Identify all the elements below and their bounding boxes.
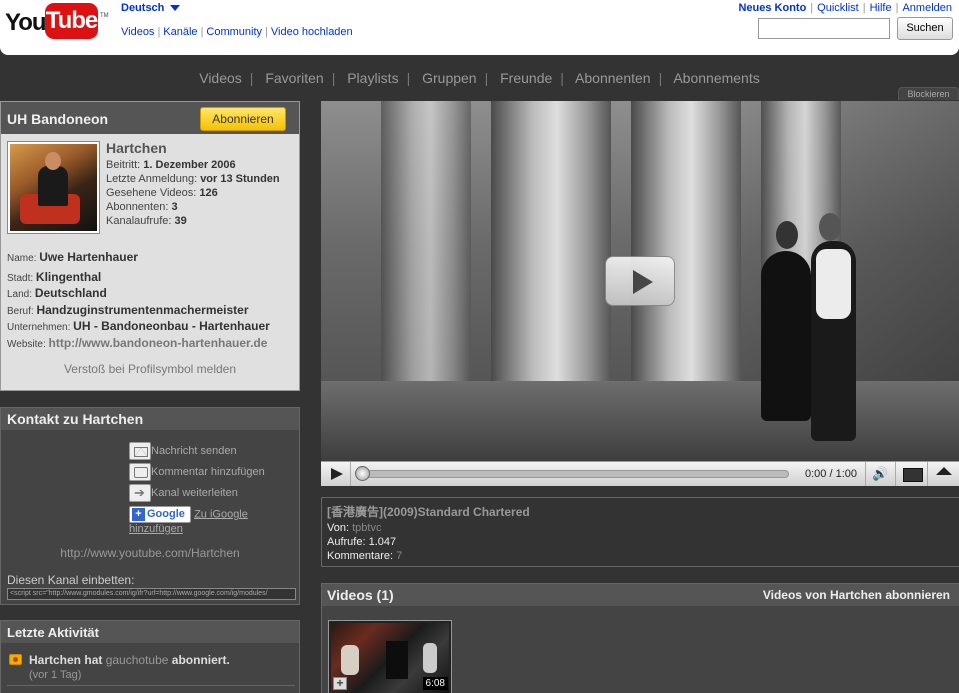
comment-icon [129, 463, 151, 482]
nav-videos[interactable]: Videos [121, 26, 154, 38]
embed-code-field[interactable]: <script src="http://www.gmodules.com/ig/… [7, 588, 296, 600]
search-input[interactable] [758, 18, 890, 39]
comments-link[interactable]: 7 [396, 550, 402, 562]
username: Hartchen [106, 140, 167, 156]
nav-channels[interactable]: Kanäle [163, 26, 197, 38]
channel-navigation: Videos | Favoriten | Playlists | Gruppen | F… [199, 70, 760, 86]
activity-target-link[interactable]: gauchotube [106, 653, 169, 667]
subscribe-activity-icon [9, 654, 22, 665]
logo-tube-text: Tube [45, 3, 98, 39]
video-duration: 6:08 [422, 677, 448, 690]
stat-videos-watched: Gesehene Videos: 126 [106, 187, 218, 199]
add-to-igoogle[interactable]: + Google Zu iGoogle hinzufügen [129, 506, 248, 535]
logo-you-text: You [5, 9, 47, 36]
website-link[interactable]: http://www.bandoneon-hartenhauer.de [49, 336, 268, 350]
language-selector[interactable]: Deutsch [121, 2, 181, 14]
divider [7, 685, 295, 686]
channel-tab-subscribers[interactable]: Abonnenten [575, 70, 651, 86]
info-name: Name: Uwe Hartenhauer [7, 250, 138, 264]
embed-label: Diesen Kanal einbetten: [7, 573, 135, 587]
activity-item: Hartchen hat gauchotube abonniert. [29, 653, 230, 667]
site-header: You Tube TM Deutsch Videos | Kanäle | Commun… [0, 0, 959, 55]
language-label: Deutsch [121, 2, 165, 14]
play-icon[interactable] [605, 256, 675, 306]
channel-tab-videos[interactable]: Videos [199, 70, 242, 86]
send-message-action[interactable]: Nachricht senden [129, 442, 237, 461]
volume-icon[interactable]: 🔊 [865, 462, 895, 486]
video-player[interactable] [321, 101, 959, 461]
chevron-down-icon [170, 5, 181, 12]
video-info-panel: [香港廣告](2009)Standard Chartered Von: tpbt… [321, 497, 959, 567]
quicklist-link[interactable]: Quicklist [813, 2, 863, 14]
search-button[interactable]: Suchen [897, 17, 953, 40]
stat-last-login: Letzte Anmeldung: vor 13 Stunden [106, 173, 280, 185]
video-title[interactable]: [香港廣告](2009)Standard Chartered [327, 503, 954, 520]
contact-box: Kontakt zu Hartchen Nachricht senden Kom… [0, 407, 300, 605]
time-display: 0:00 / 1:00 [805, 468, 857, 480]
video-uploader: Von: tpbtvc [327, 522, 382, 534]
subscribe-videos-link[interactable]: Videos von Hartchen abonnieren [763, 588, 950, 602]
expand-icon[interactable] [927, 462, 959, 486]
channel-tab-playlists[interactable]: Playlists [347, 70, 398, 86]
activity-time: (vor 1 Tag) [29, 669, 82, 681]
video-comments: Kommentare: 7 [327, 550, 403, 562]
play-button[interactable] [321, 462, 351, 486]
nav-upload[interactable]: Video hochladen [271, 26, 353, 38]
videos-panel: Videos (1) Videos von Hartchen abonniere… [321, 583, 959, 693]
report-profile-link[interactable]: Verstoß bei Profilsymbol melden [1, 362, 299, 376]
new-account-link[interactable]: Neues Konto [734, 2, 810, 14]
logo-trademark: TM [100, 13, 109, 19]
subscribe-button[interactable]: Abonnieren [200, 107, 286, 131]
channel-title: UH Bandoneon [7, 111, 109, 127]
stat-subscribers: Abonnenten: 3 [106, 201, 178, 213]
channel-tab-friends[interactable]: Freunde [500, 70, 552, 86]
video-thumbnail[interactable]: + 6:08 [328, 620, 452, 693]
stat-joined: Beitritt: 1. Dezember 2006 [106, 159, 236, 171]
videos-header: Videos (1) Videos von Hartchen abonniere… [322, 584, 959, 606]
profile-header: UH Bandoneon Abonnieren [1, 102, 299, 134]
video-views: Aufrufe: 1.047 [327, 536, 397, 548]
profile-box: UH Bandoneon Abonnieren Hartchen Beitrit… [0, 101, 300, 391]
account-links: Neues Konto | Quicklist | Hilfe | Anmelden [734, 2, 956, 14]
info-company: Unternehmen: UH - Bandoneonbau - Hartenh… [7, 319, 270, 333]
plus-icon: + [132, 508, 145, 521]
help-link[interactable]: Hilfe [866, 2, 896, 14]
contact-header: Kontakt zu Hartchen [1, 408, 299, 430]
activity-box: Letzte Aktivität Hartchen hat gauchotube… [0, 620, 300, 693]
add-comment-action[interactable]: Kommentar hinzufügen [129, 463, 265, 482]
info-job: Beruf: Handzuginstrumentenmachermeister [7, 303, 249, 317]
channel-tab-groups[interactable]: Gruppen [422, 70, 476, 86]
nav-community[interactable]: Community [206, 26, 262, 38]
block-link[interactable]: Blockieren [898, 87, 959, 100]
videos-title: Videos (1) [327, 587, 394, 603]
progress-bar[interactable] [359, 470, 789, 478]
forward-icon [129, 484, 151, 503]
stat-channel-views: Kanalaufrufe: 39 [106, 215, 187, 227]
igoogle-button[interactable]: + Google [129, 506, 191, 523]
top-navigation: Videos | Kanäle | Community | Video hochladen [121, 26, 353, 38]
channel-tab-favorites[interactable]: Favoriten [265, 70, 323, 86]
add-to-quicklist-icon[interactable]: + [333, 677, 347, 690]
progress-handle[interactable] [355, 466, 370, 481]
activity-header: Letzte Aktivität [1, 621, 299, 643]
info-city: Stadt: Klingenthal [7, 270, 102, 284]
youtube-logo[interactable]: You Tube TM [5, 3, 109, 39]
avatar-image [10, 144, 97, 231]
mail-icon [129, 442, 151, 461]
player-controls: 0:00 / 1:00 🔊 [321, 461, 959, 486]
channel-tab-subscriptions[interactable]: Abonnements [673, 70, 759, 86]
forward-channel-action[interactable]: Kanal weiterleiten [129, 484, 238, 503]
avatar[interactable] [7, 141, 100, 234]
info-country: Land: Deutschland [7, 286, 107, 300]
info-website: Website: http://www.bandoneon-hartenhaue… [7, 336, 268, 350]
login-link[interactable]: Anmelden [898, 2, 956, 14]
uploader-link[interactable]: tpbtvc [352, 522, 381, 534]
player-size-button[interactable] [895, 462, 927, 486]
channel-url[interactable]: http://www.youtube.com/Hartchen [1, 546, 299, 560]
igoogle-link-cont[interactable]: hinzufügen [129, 523, 183, 535]
igoogle-link[interactable]: Zu iGoogle [194, 508, 248, 520]
